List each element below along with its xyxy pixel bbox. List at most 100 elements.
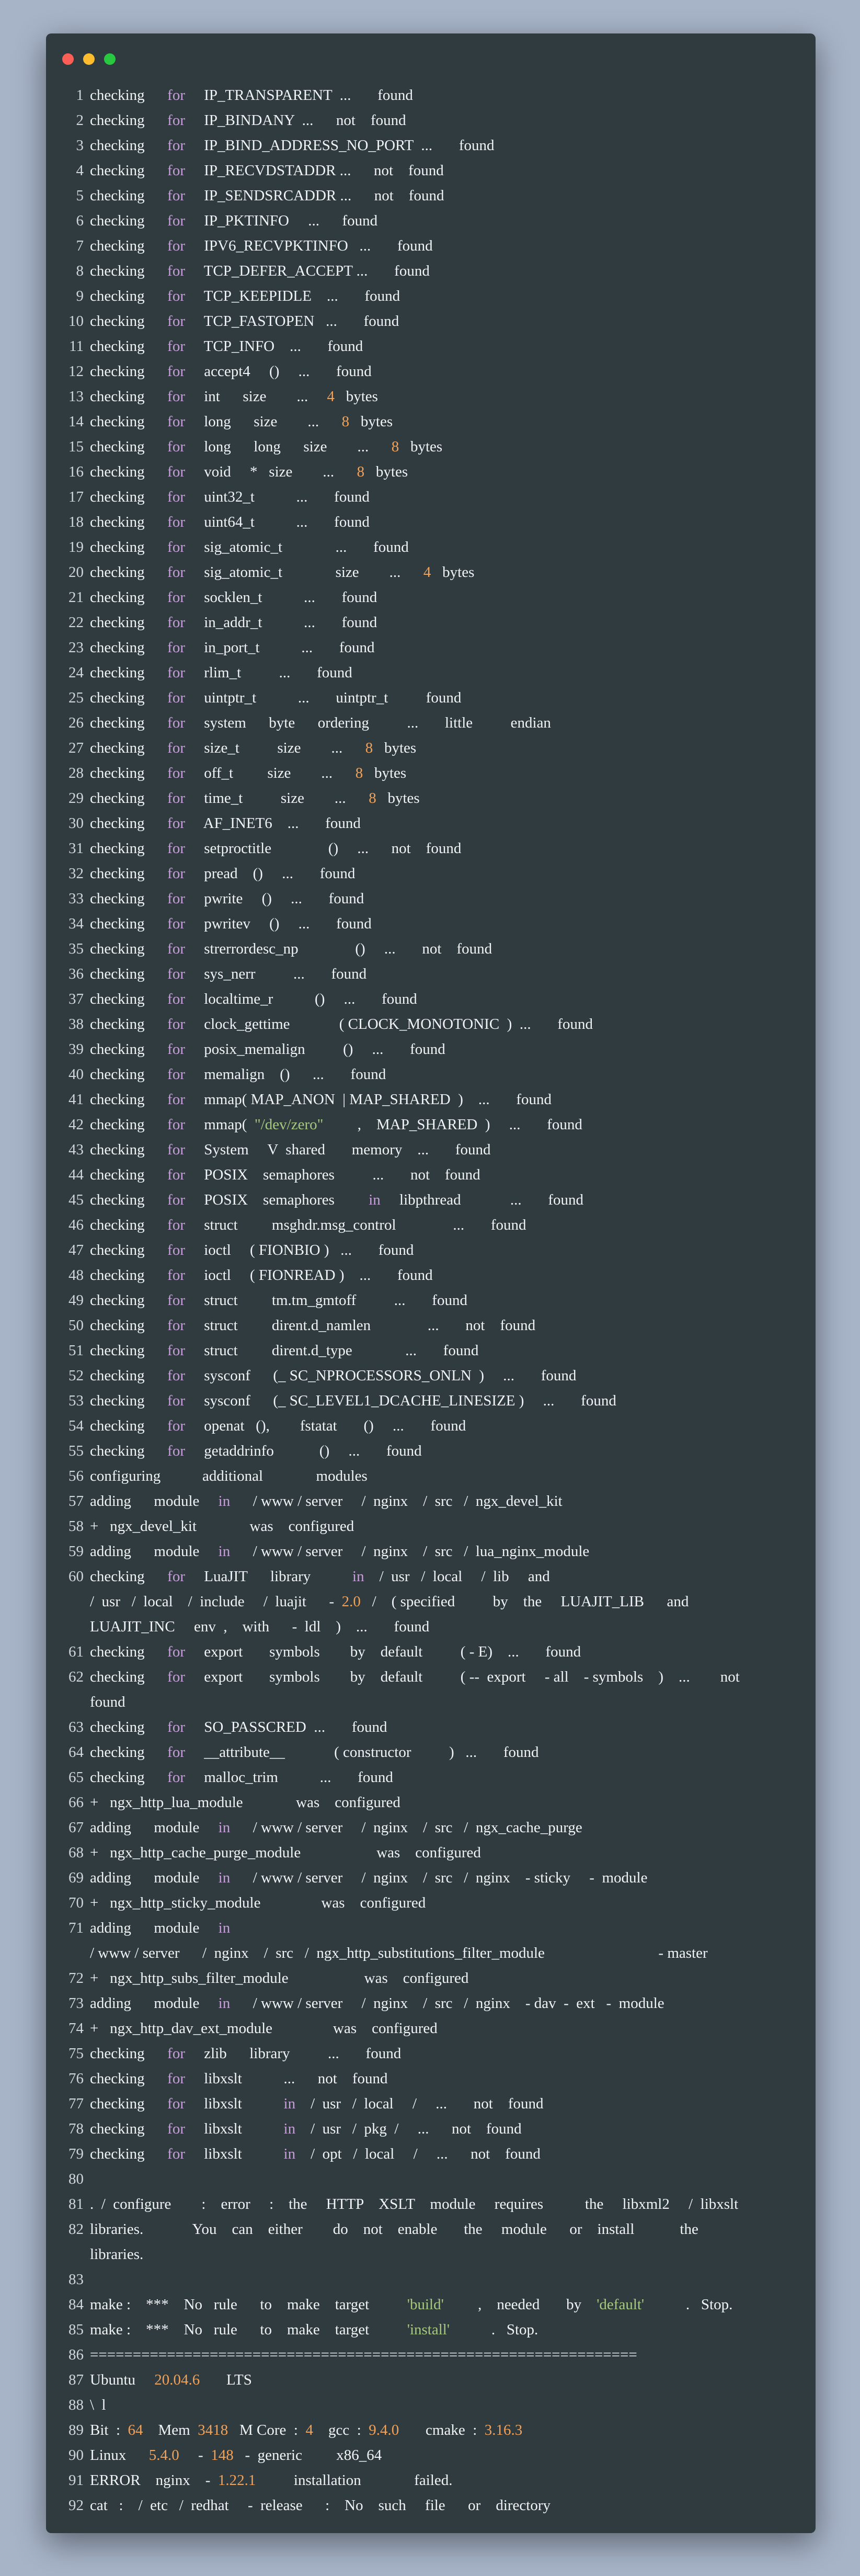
code-line: 6 checking for IP_PKTINFO ... found bbox=[46, 208, 816, 233]
code-line: 63 checking for SO_PASSCRED ... found bbox=[46, 1715, 816, 1740]
line-number: 33 bbox=[68, 890, 84, 907]
line-number: 49 bbox=[68, 1292, 84, 1309]
line-number: 14 bbox=[68, 413, 84, 430]
maximize-window-button[interactable] bbox=[104, 53, 116, 65]
code-line: 53 checking for sysconf (_ SC_LEVEL1_DCAC… bbox=[46, 1388, 816, 1413]
code-line: 77 checking for libxslt in / usr / local … bbox=[46, 2091, 816, 2116]
line-number: 29 bbox=[68, 790, 84, 807]
line-number: 66 bbox=[68, 1794, 84, 1811]
line-number: 17 bbox=[68, 489, 84, 505]
code-line: 66 + ngx_http_lua_module was configured bbox=[46, 1790, 816, 1815]
line-text: Bit : 64 Mem 3418 M Core : 4 gcc : 9.4.0… bbox=[90, 2422, 523, 2438]
code-line: 92 cat : / etc / redhat - release : No su… bbox=[46, 2493, 816, 2518]
line-text: checking for LuaJIT library in / usr / l… bbox=[90, 1568, 689, 1635]
line-text: + ngx_http_sticky_module was configured bbox=[90, 1894, 426, 1911]
code-line: 37 checking for localtime_r () ... found bbox=[46, 986, 816, 1012]
code-line: 5 checking for IP_SENDSRCADDR ... not fou… bbox=[46, 183, 816, 208]
line-text: checking for getaddrinfo () ... found bbox=[90, 1443, 422, 1459]
line-text: checking for export symbols by default (… bbox=[90, 1643, 581, 1660]
code-line: 71 adding module in / www / server / ngin… bbox=[46, 1915, 816, 1966]
code-line: 12 checking for accept4 () ... found bbox=[46, 359, 816, 384]
code-line: 81 . / configure : error : the HTTP XSLT … bbox=[46, 2192, 816, 2217]
line-text: adding module in / www / server / nginx … bbox=[90, 1543, 590, 1560]
line-text: checking for struct dirent.d_type ... fo… bbox=[90, 1342, 479, 1359]
line-text: Ubuntu 20.04.6 LTS bbox=[90, 2371, 252, 2388]
line-text: checking for ioctl ( FIONREAD ) ... foun… bbox=[90, 1267, 433, 1284]
code-line: 90 Linux 5.4.0 - 148 - generic x86_64 bbox=[46, 2443, 816, 2468]
line-text: ERROR nginx - 1.22.1 installation failed… bbox=[90, 2472, 453, 2489]
code-line: 84 make : *** No rule to make target 'bui… bbox=[46, 2292, 816, 2317]
line-number: 69 bbox=[68, 1869, 84, 1886]
code-line: 26 checking for system byte ordering ... … bbox=[46, 710, 816, 735]
line-number: 39 bbox=[68, 1041, 84, 1058]
line-number: 79 bbox=[68, 2146, 84, 2162]
code-line: 10 checking for TCP_FASTOPEN ... found bbox=[46, 309, 816, 334]
line-text: checking for long long size ... 8 bytes bbox=[90, 438, 443, 455]
close-window-button[interactable] bbox=[62, 53, 74, 65]
line-number: 78 bbox=[68, 2120, 84, 2137]
code-line: 52 checking for sysconf (_ SC_NPROCESSORS… bbox=[46, 1363, 816, 1388]
line-number: 64 bbox=[68, 1744, 84, 1761]
line-number: 91 bbox=[68, 2472, 84, 2489]
line-number: 19 bbox=[68, 539, 84, 555]
line-number: 36 bbox=[68, 966, 84, 982]
code-line: 58 + ngx_devel_kit was configured bbox=[46, 1514, 816, 1539]
line-text: + ngx_http_subs_filter_module was config… bbox=[90, 1970, 469, 1987]
line-number: 35 bbox=[68, 940, 84, 957]
line-number: 23 bbox=[68, 639, 84, 656]
line-number: 62 bbox=[68, 1669, 84, 1685]
code-line: 11 checking for TCP_INFO ... found bbox=[46, 334, 816, 359]
code-line: 9 checking for TCP_KEEPIDLE ... found bbox=[46, 283, 816, 309]
line-number: 31 bbox=[68, 840, 84, 857]
line-text: checking for SO_PASSCRED ... found bbox=[90, 1719, 387, 1735]
line-text: checking for void * size ... 8 bytes bbox=[90, 463, 408, 480]
code-line: 41 checking for mmap( MAP_ANON | MAP_SHAR… bbox=[46, 1087, 816, 1112]
line-text: checking for IP_PKTINFO ... found bbox=[90, 212, 378, 229]
code-line: 74 + ngx_http_dav_ext_module was configur… bbox=[46, 2016, 816, 2041]
line-text: checking for IP_BINDANY ... not found bbox=[90, 112, 406, 129]
line-text: checking for POSIX semaphores ... not fo… bbox=[90, 1166, 480, 1183]
code-line: 57 adding module in / www / server / ngin… bbox=[46, 1489, 816, 1514]
line-number: 50 bbox=[68, 1317, 84, 1334]
line-number: 63 bbox=[68, 1719, 84, 1735]
line-text: checking for uint32_t ... found bbox=[90, 489, 370, 505]
line-number: 82 bbox=[68, 2221, 84, 2238]
line-text: + ngx_http_dav_ext_module was configured bbox=[90, 2020, 438, 2037]
line-number: 3 bbox=[76, 137, 84, 154]
line-text: checking for uintptr_t ... uintptr_t fou… bbox=[90, 689, 462, 706]
line-number: 88 bbox=[68, 2397, 84, 2413]
code-line: 3 checking for IP_BIND_ADDRESS_NO_PORT ..… bbox=[46, 133, 816, 158]
code-line: 17 checking for uint32_t ... found bbox=[46, 484, 816, 509]
code-line: 65 checking for malloc_trim ... found bbox=[46, 1765, 816, 1790]
line-text: checking for pread () ... found bbox=[90, 865, 356, 882]
code-line: 51 checking for struct dirent.d_type ... … bbox=[46, 1338, 816, 1363]
line-number: 24 bbox=[68, 664, 84, 681]
line-text: checking for memalign () ... found bbox=[90, 1066, 386, 1083]
code-line: 24 checking for rlim_t ... found bbox=[46, 660, 816, 685]
line-number: 92 bbox=[68, 2497, 84, 2514]
minimize-window-button[interactable] bbox=[83, 53, 95, 65]
line-text: . / configure : error : the HTTP XSLT mo… bbox=[90, 2196, 739, 2212]
window-titlebar bbox=[46, 33, 816, 83]
line-number: 70 bbox=[68, 1894, 84, 1911]
line-number: 16 bbox=[68, 463, 84, 480]
line-text: checking for pwrite () ... found bbox=[90, 890, 364, 907]
line-number: 55 bbox=[68, 1443, 84, 1459]
code-line: 43 checking for System V shared memory ..… bbox=[46, 1137, 816, 1162]
code-line: 23 checking for in_port_t ... found bbox=[46, 635, 816, 660]
line-text: checking for off_t size ... 8 bytes bbox=[90, 765, 407, 781]
line-text: Linux 5.4.0 - 148 - generic x86_64 bbox=[90, 2447, 382, 2464]
line-text: checking for system byte ordering ... li… bbox=[90, 714, 551, 731]
line-number: 80 bbox=[68, 2171, 84, 2187]
code-line: 75 checking for zlib library ... found bbox=[46, 2041, 816, 2066]
code-line: 7 checking for IPV6_RECVPKTINFO ... found bbox=[46, 233, 816, 258]
line-number: 44 bbox=[68, 1166, 84, 1183]
code-line: 4 checking for IP_RECVDSTADDR ... not fou… bbox=[46, 158, 816, 183]
line-text: checking for malloc_trim ... found bbox=[90, 1769, 393, 1786]
code-line: 87 Ubuntu 20.04.6 LTS bbox=[46, 2367, 816, 2392]
code-line: 56 configuring additional modules bbox=[46, 1463, 816, 1489]
code-line: 25 checking for uintptr_t ... uintptr_t f… bbox=[46, 685, 816, 710]
code-line: 69 adding module in / www / server / ngin… bbox=[46, 1865, 816, 1890]
line-text: checking for IPV6_RECVPKTINFO ... found bbox=[90, 237, 433, 254]
code-line: 72 + ngx_http_subs_filter_module was conf… bbox=[46, 1966, 816, 1991]
